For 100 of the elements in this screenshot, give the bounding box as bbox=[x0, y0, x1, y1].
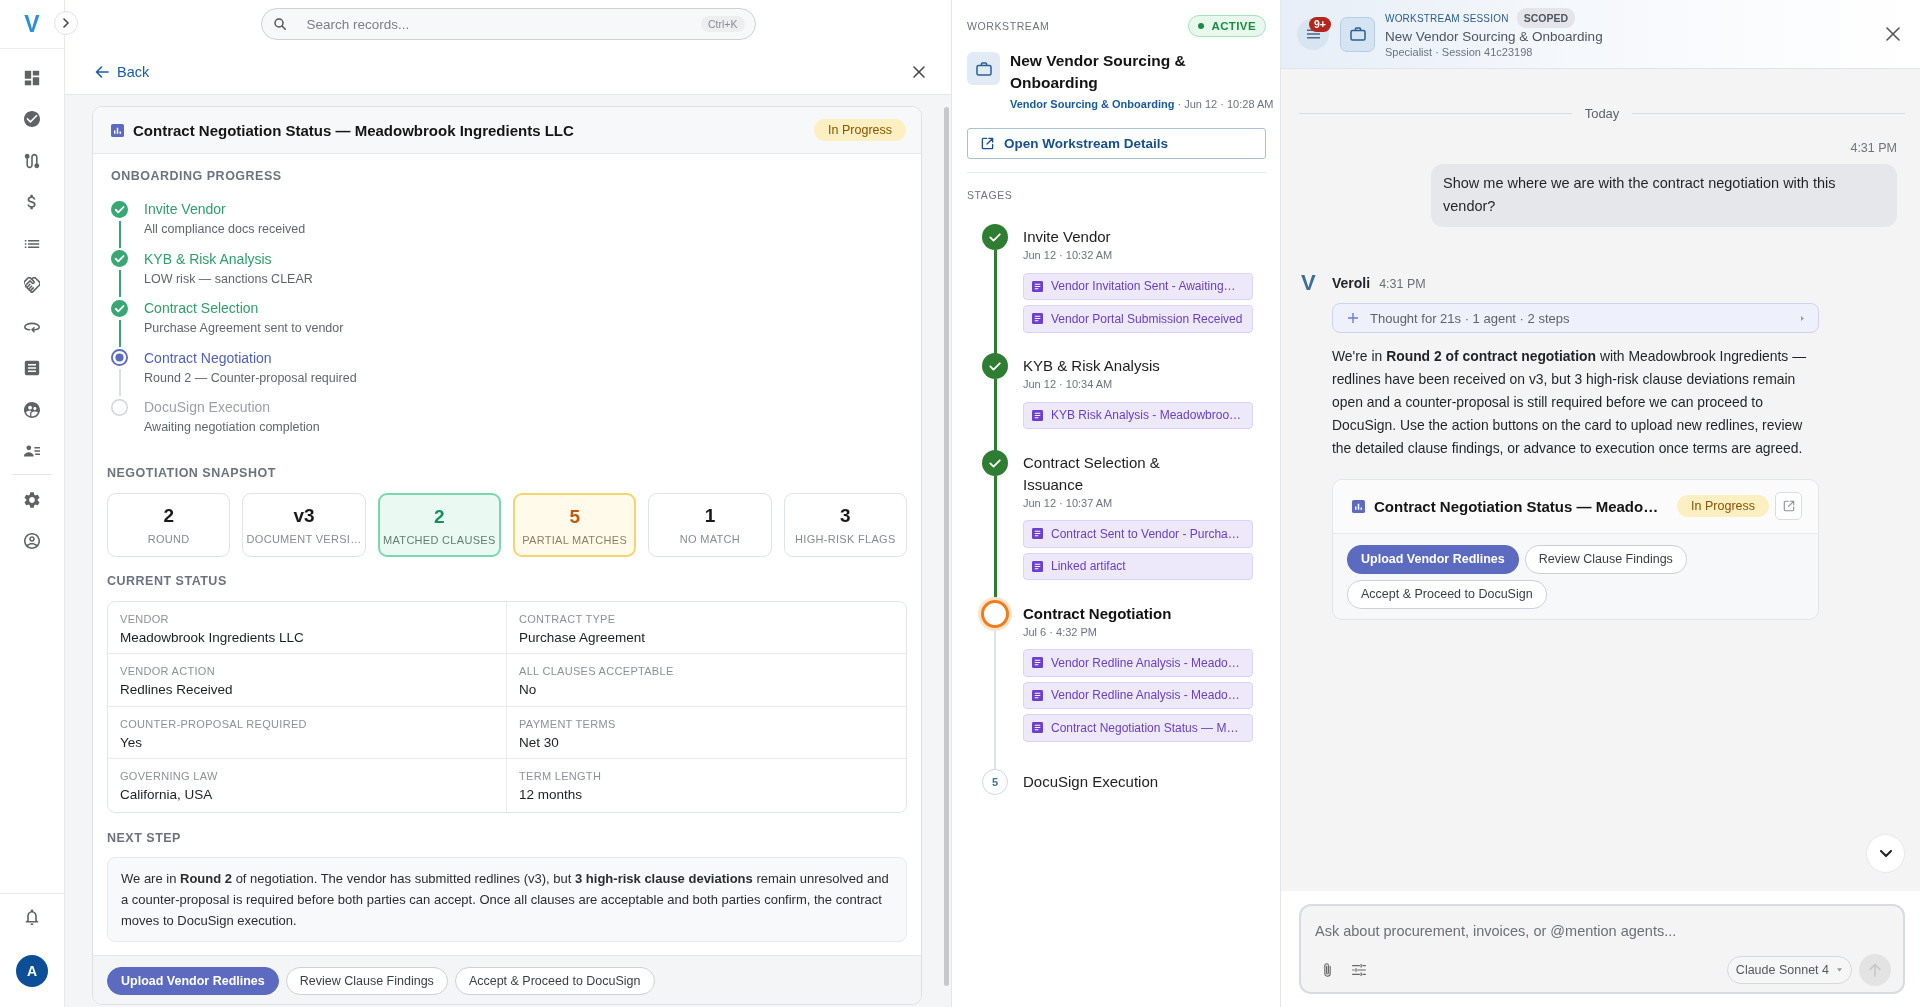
message-input[interactable]: Ask about procurement, invoices, or @mention agents... bbox=[1315, 920, 1891, 942]
action-button[interactable]: Upload Vendor Redlines bbox=[1347, 544, 1519, 574]
stage-title: DocuSign Execution bbox=[1023, 771, 1160, 792]
back-button[interactable]: Back bbox=[95, 63, 150, 80]
metric-value: 2 bbox=[434, 504, 445, 529]
field-value: Redlines Received bbox=[120, 681, 233, 699]
caret-right-icon bbox=[1801, 315, 1804, 321]
section-heading: NEXT STEP bbox=[107, 829, 182, 846]
assistant-message: We're in Round 2 of contract negotiation with Meadowbrook Ingredients — redlines have been received on v3, but 3 high-risk clause deviations remain open and a counter-proposal is still required before we can proceed to DocuSign. Use the action buttons on the card to upload new redlines, review the detailed clause findings, or advance to execution once terms are agreed. bbox=[1332, 346, 1808, 459]
search-icon bbox=[273, 18, 286, 30]
route-icon[interactable] bbox=[24, 152, 40, 169]
step-note: Round 2 — Counter-proposal required bbox=[144, 369, 358, 387]
workstream-title: New Vendor Sourcing & Onboarding bbox=[1010, 51, 1187, 93]
artifact-chip[interactable]: Contract Sent to Vendor - Purcha… bbox=[1023, 520, 1253, 548]
section-heading: NEGOTIATION SNAPSHOT bbox=[107, 464, 277, 481]
dashboard-icon[interactable] bbox=[24, 69, 40, 86]
section-label: WORKSTREAM bbox=[967, 19, 1050, 33]
settings-icon[interactable] bbox=[24, 491, 40, 508]
artifact-chip[interactable]: Vendor Invitation Sent - Awaiting… bbox=[1023, 272, 1253, 300]
field-label: COUNTER-PROPOSAL REQUIRED bbox=[120, 716, 307, 731]
field-label: ALL CLAUSES ACCEPTABLE bbox=[519, 664, 674, 678]
step-note: LOW risk — sanctions CLEAR bbox=[144, 270, 314, 288]
contact-list-icon[interactable] bbox=[24, 443, 40, 460]
document-icon bbox=[1032, 528, 1043, 540]
step-title: KYB & Risk Analysis bbox=[144, 249, 273, 269]
scroll-down-button[interactable] bbox=[1866, 834, 1905, 873]
status-dot-icon bbox=[1198, 23, 1205, 29]
stage-title: Invite Vendor bbox=[1023, 227, 1112, 247]
external-link-button[interactable] bbox=[1775, 492, 1802, 520]
shortcut-hint: Ctrl+K bbox=[701, 16, 745, 32]
metric-value: v3 bbox=[293, 503, 315, 528]
action-button[interactable]: Review Clause Findings bbox=[1524, 544, 1687, 574]
action-button[interactable]: Accept & Proceed to DocuSign bbox=[1347, 579, 1547, 609]
handshake-icon[interactable] bbox=[24, 277, 40, 294]
field-label: GOVERNING LAW bbox=[120, 769, 218, 783]
action-button[interactable]: Review Clause Findings bbox=[285, 967, 448, 996]
field-value: No bbox=[519, 681, 537, 699]
sender-name: Veroli bbox=[1332, 273, 1371, 293]
session-label: WORKSTREAM SESSION bbox=[1385, 12, 1509, 24]
document-icon bbox=[1032, 313, 1043, 325]
artifact-chip[interactable]: Linked artifact bbox=[1023, 552, 1253, 580]
field-value: Yes bbox=[120, 733, 143, 752]
timestamp: · Jun 12 · 10:28 AM bbox=[1177, 98, 1274, 110]
section-heading: CURRENT STATUS bbox=[107, 572, 228, 589]
external-link-icon bbox=[1782, 500, 1795, 512]
close-icon[interactable] bbox=[1886, 27, 1900, 41]
sliders-icon[interactable] bbox=[1352, 964, 1366, 976]
card-title: Contract Negotiation Status — Meadowbrook Ingredients LLC bbox=[133, 121, 575, 139]
metric-label: NO MATCH bbox=[679, 531, 741, 546]
expand-button[interactable] bbox=[54, 11, 78, 35]
open-details-button[interactable]: Open Workstream Details bbox=[967, 128, 1266, 159]
action-button[interactable]: Accept & Proceed to DocuSign bbox=[454, 967, 655, 996]
date-divider-label: Today bbox=[1584, 105, 1620, 121]
document-icon bbox=[1032, 409, 1043, 421]
step-title: Contract Selection bbox=[144, 299, 260, 318]
notification-count: 9+ bbox=[1309, 17, 1331, 32]
field-label: VENDOR bbox=[120, 611, 169, 626]
artifact-chip[interactable]: Vendor Portal Submission Received bbox=[1023, 305, 1253, 333]
bar-chart-icon bbox=[111, 123, 124, 137]
menu-button[interactable]: 9+ bbox=[1297, 18, 1329, 50]
category-link[interactable]: Vendor Sourcing & Onboarding bbox=[1010, 98, 1175, 110]
field-value: California, USA bbox=[120, 786, 213, 804]
card-title: Contract Negotiation Status — Meado… bbox=[1374, 497, 1660, 515]
user-avatar[interactable]: A bbox=[16, 955, 48, 987]
stage-time: Jun 12 · 10:34 AM bbox=[1023, 377, 1114, 392]
session-subtitle: Specialist · Session 41c23198 bbox=[1385, 45, 1533, 60]
thought-summary-button[interactable]: Thought for 21s · 1 agent · 2 steps bbox=[1332, 303, 1819, 333]
metric-value: 1 bbox=[704, 503, 716, 528]
stage-time: Jul 6 · 4:32 PM bbox=[1023, 624, 1098, 640]
field-label: TERM LENGTH bbox=[519, 769, 602, 783]
step-title: DocuSign Execution bbox=[144, 398, 272, 417]
model-select[interactable]: Claude Sonnet 4 bbox=[1726, 956, 1852, 984]
field-label: CONTRACT TYPE bbox=[519, 611, 616, 626]
artifact-chip[interactable]: Contract Negotiation Status — M… bbox=[1023, 714, 1253, 742]
document-icon bbox=[1032, 280, 1043, 292]
account-icon[interactable] bbox=[24, 533, 40, 550]
message-time: 4:31 PM bbox=[1850, 140, 1897, 156]
artifact-chip[interactable]: KYB Risk Analysis - Meadowbroo… bbox=[1023, 401, 1253, 429]
artifact-chip[interactable]: Vendor Redline Analysis - Meado… bbox=[1023, 649, 1253, 677]
status-label: In Progress bbox=[814, 119, 906, 141]
artifact-chip[interactable]: Vendor Redline Analysis - Meado… bbox=[1023, 681, 1253, 709]
document-icon[interactable] bbox=[24, 360, 40, 377]
caret-down-icon bbox=[1837, 968, 1842, 972]
field-value: Net 30 bbox=[519, 733, 559, 752]
status-label: In Progress bbox=[1677, 495, 1769, 517]
message-time: 4:31 PM bbox=[1379, 276, 1426, 291]
notifications-icon[interactable] bbox=[24, 909, 40, 925]
scrollbar-thumb[interactable] bbox=[944, 107, 949, 986]
app-logo[interactable]: V bbox=[24, 12, 40, 36]
paperclip-icon[interactable] bbox=[1323, 962, 1332, 978]
field-label: PAYMENT TERMS bbox=[519, 716, 616, 731]
field-value: 12 months bbox=[519, 786, 583, 804]
section-heading: ONBOARDING PROGRESS bbox=[111, 168, 283, 184]
action-button[interactable]: Upload Vendor Redlines bbox=[107, 967, 279, 996]
field-label: VENDOR ACTION bbox=[120, 664, 215, 678]
step-note: Awaiting negotiation completion bbox=[144, 419, 321, 436]
status-text: ACTIVE bbox=[1211, 20, 1256, 32]
close-icon[interactable] bbox=[913, 65, 925, 78]
briefcase-icon bbox=[967, 52, 1000, 85]
external-link-icon bbox=[981, 137, 994, 150]
